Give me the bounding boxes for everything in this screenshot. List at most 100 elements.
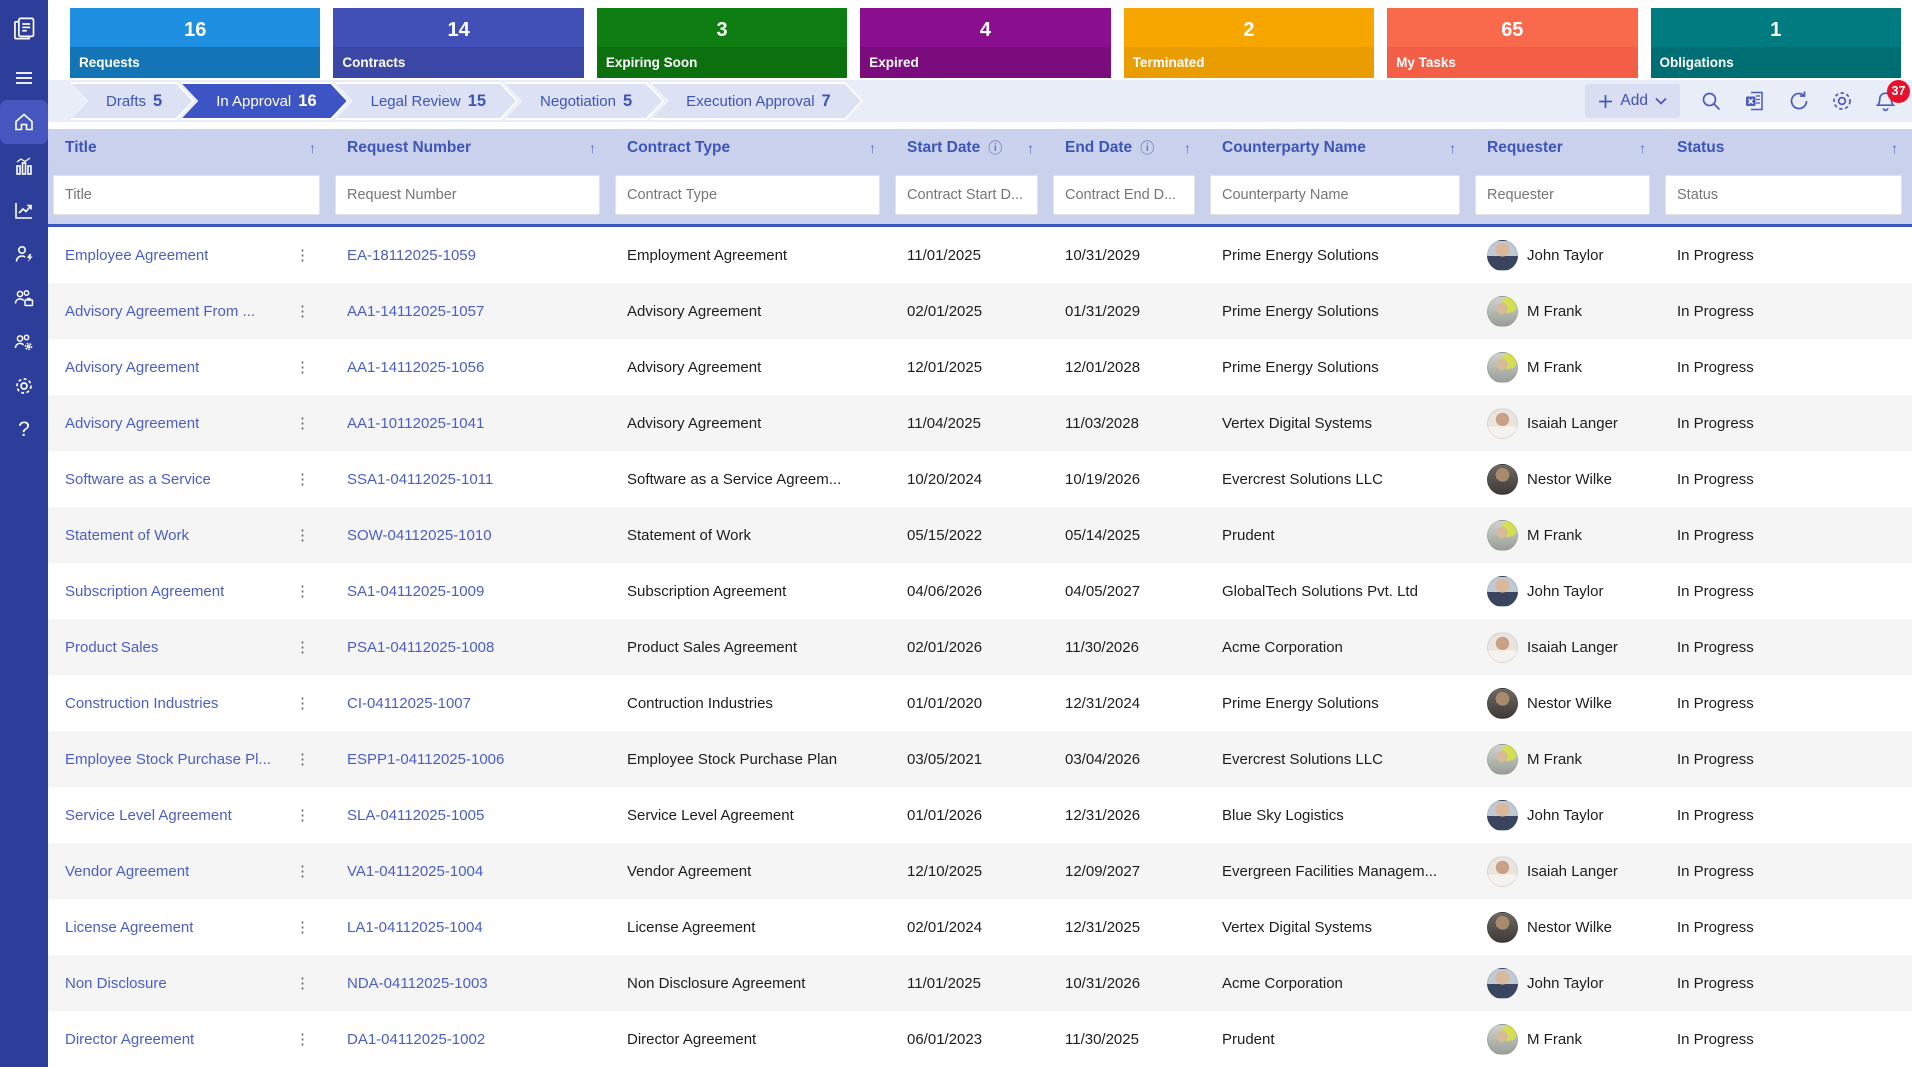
contract-title-link[interactable]: Subscription Agreement <box>65 583 224 600</box>
sort-ascending-icon[interactable]: ↑ <box>589 140 596 156</box>
notifications-bell-icon[interactable]: 37 <box>1873 79 1910 114</box>
cell-request-number[interactable]: ESPP1-04112025-1006 <box>330 731 610 787</box>
stat-card[interactable]: 4 Expired <box>860 8 1111 78</box>
column-header[interactable]: Status ⓘ ↑ <box>1660 129 1912 166</box>
stat-card[interactable]: 2 Terminated <box>1123 8 1375 78</box>
column-filter-input[interactable] <box>615 175 880 215</box>
column-header[interactable]: Request Number ⓘ ↑ <box>330 129 610 166</box>
cell-request-number[interactable]: AA1-14112025-1056 <box>330 339 610 395</box>
row-menu-icon[interactable]: ⋮ <box>291 358 314 376</box>
row-menu-icon[interactable]: ⋮ <box>291 806 314 824</box>
contract-title-link[interactable]: Product Sales <box>65 639 158 656</box>
table-row[interactable]: Advisory Agreement ⋮ AA1-10112025-1041 A… <box>48 395 1912 451</box>
sort-ascending-icon[interactable]: ↑ <box>309 140 316 156</box>
pipeline-stage[interactable]: Drafts 5 <box>72 84 192 118</box>
table-row[interactable]: Advisory Agreement ⋮ AA1-14112025-1056 A… <box>48 339 1912 395</box>
export-excel-icon[interactable] <box>1742 88 1768 114</box>
table-row[interactable]: Director Agreement ⋮ DA1-04112025-1002 D… <box>48 1011 1912 1067</box>
cell-request-number[interactable]: AA1-14112025-1057 <box>330 283 610 339</box>
sort-ascending-icon[interactable]: ↑ <box>869 140 876 156</box>
cell-request-number[interactable]: EA-18112025-1059 <box>330 227 610 283</box>
row-menu-icon[interactable]: ⋮ <box>291 526 314 544</box>
pipeline-stage[interactable]: In Approval 16 <box>182 84 346 118</box>
table-row[interactable]: Statement of Work ⋮ SOW-04112025-1010 St… <box>48 507 1912 563</box>
sidebar-item-settings[interactable] <box>0 364 48 408</box>
refresh-icon[interactable] <box>1787 89 1811 113</box>
stat-card[interactable]: 14 Contracts <box>333 8 584 78</box>
stat-card[interactable]: 3 Expiring Soon <box>596 8 848 78</box>
column-filter-input[interactable] <box>1053 175 1195 215</box>
stat-card[interactable]: 16 Requests <box>70 8 321 78</box>
settings-gear-icon[interactable] <box>1830 89 1854 113</box>
sidebar-item-reports[interactable] <box>0 188 48 232</box>
row-menu-icon[interactable]: ⋮ <box>291 694 314 712</box>
table-row[interactable]: Product Sales ⋮ PSA1-04112025-1008 Produ… <box>48 619 1912 675</box>
sort-ascending-icon[interactable]: ↑ <box>1639 140 1646 156</box>
contract-title-link[interactable]: Employee Stock Purchase Pl... <box>65 751 271 768</box>
contract-title-link[interactable]: Non Disclosure <box>65 975 167 992</box>
contract-title-link[interactable]: Advisory Agreement <box>65 359 199 376</box>
row-menu-icon[interactable]: ⋮ <box>291 302 314 320</box>
column-filter-input[interactable] <box>1665 175 1902 215</box>
sidebar-item-analytics[interactable] <box>0 144 48 188</box>
row-menu-icon[interactable]: ⋮ <box>291 974 314 992</box>
sort-ascending-icon[interactable]: ↑ <box>1184 140 1191 156</box>
row-menu-icon[interactable]: ⋮ <box>291 470 314 488</box>
table-row[interactable]: License Agreement ⋮ LA1-04112025-1004 Li… <box>48 899 1912 955</box>
column-header[interactable]: Title ⓘ ↑ <box>48 129 330 166</box>
cell-request-number[interactable]: PSA1-04112025-1008 <box>330 619 610 675</box>
sidebar-item-team-manage[interactable] <box>0 320 48 364</box>
table-row[interactable]: Software as a Service ⋮ SSA1-04112025-10… <box>48 451 1912 507</box>
cell-request-number[interactable]: SA1-04112025-1009 <box>330 563 610 619</box>
row-menu-icon[interactable]: ⋮ <box>291 582 314 600</box>
sidebar-item-user-actions[interactable] <box>0 232 48 276</box>
contract-title-link[interactable]: Advisory Agreement From ... <box>65 303 255 320</box>
menu-icon[interactable] <box>0 56 48 100</box>
contract-title-link[interactable]: Construction Industries <box>65 695 218 712</box>
table-row[interactable]: Non Disclosure ⋮ NDA-04112025-1003 Non D… <box>48 955 1912 1011</box>
column-filter-input[interactable] <box>1475 175 1650 215</box>
column-header[interactable]: Requester ⓘ ↑ <box>1470 129 1660 166</box>
column-filter-input[interactable] <box>895 175 1038 215</box>
row-menu-icon[interactable]: ⋮ <box>291 638 314 656</box>
sidebar-item-team-contracts[interactable] <box>0 276 48 320</box>
column-header[interactable]: End Date ⓘ ↑ <box>1048 129 1205 166</box>
pipeline-stage[interactable]: Execution Approval 7 <box>652 84 861 118</box>
sort-ascending-icon[interactable]: ↑ <box>1027 140 1034 156</box>
pipeline-stage[interactable]: Legal Review 15 <box>337 84 516 118</box>
column-header[interactable]: Contract Type ⓘ ↑ <box>610 129 890 166</box>
row-menu-icon[interactable]: ⋮ <box>291 918 314 936</box>
row-menu-icon[interactable]: ⋮ <box>291 414 314 432</box>
pipeline-stage[interactable]: Negotiation 5 <box>506 84 662 118</box>
sort-ascending-icon[interactable]: ↑ <box>1891 140 1898 156</box>
cell-request-number[interactable]: LA1-04112025-1004 <box>330 899 610 955</box>
contract-title-link[interactable]: Vendor Agreement <box>65 863 189 880</box>
cell-request-number[interactable]: SLA-04112025-1005 <box>330 787 610 843</box>
table-row[interactable]: Service Level Agreement ⋮ SLA-04112025-1… <box>48 787 1912 843</box>
sidebar-item-home[interactable] <box>0 100 48 144</box>
contract-title-link[interactable]: Advisory Agreement <box>65 415 199 432</box>
sort-ascending-icon[interactable]: ↑ <box>1449 140 1456 156</box>
cell-request-number[interactable]: SSA1-04112025-1011 <box>330 451 610 507</box>
search-icon[interactable] <box>1699 89 1723 113</box>
cell-request-number[interactable]: NDA-04112025-1003 <box>330 955 610 1011</box>
stat-card[interactable]: 65 My Tasks <box>1387 8 1638 78</box>
row-menu-icon[interactable]: ⋮ <box>291 862 314 880</box>
row-menu-icon[interactable]: ⋮ <box>291 750 314 768</box>
table-row[interactable]: Vendor Agreement ⋮ VA1-04112025-1004 Ven… <box>48 843 1912 899</box>
column-filter-input[interactable] <box>335 175 600 215</box>
table-row[interactable]: Advisory Agreement From ... ⋮ AA1-141120… <box>48 283 1912 339</box>
sidebar-item-help[interactable]: ? <box>0 408 48 452</box>
contract-title-link[interactable]: Employee Agreement <box>65 247 208 264</box>
contract-title-link[interactable]: Director Agreement <box>65 1031 194 1048</box>
cell-request-number[interactable]: CI-04112025-1007 <box>330 675 610 731</box>
table-row[interactable]: Subscription Agreement ⋮ SA1-04112025-10… <box>48 563 1912 619</box>
contract-title-link[interactable]: Software as a Service <box>65 471 211 488</box>
stat-card[interactable]: 1 Obligations <box>1650 8 1901 78</box>
contract-title-link[interactable]: License Agreement <box>65 919 193 936</box>
contract-title-link[interactable]: Statement of Work <box>65 527 189 544</box>
cell-request-number[interactable]: AA1-10112025-1041 <box>330 395 610 451</box>
row-menu-icon[interactable]: ⋮ <box>291 1030 314 1048</box>
column-filter-input[interactable] <box>1210 175 1460 215</box>
row-menu-icon[interactable]: ⋮ <box>291 246 314 264</box>
